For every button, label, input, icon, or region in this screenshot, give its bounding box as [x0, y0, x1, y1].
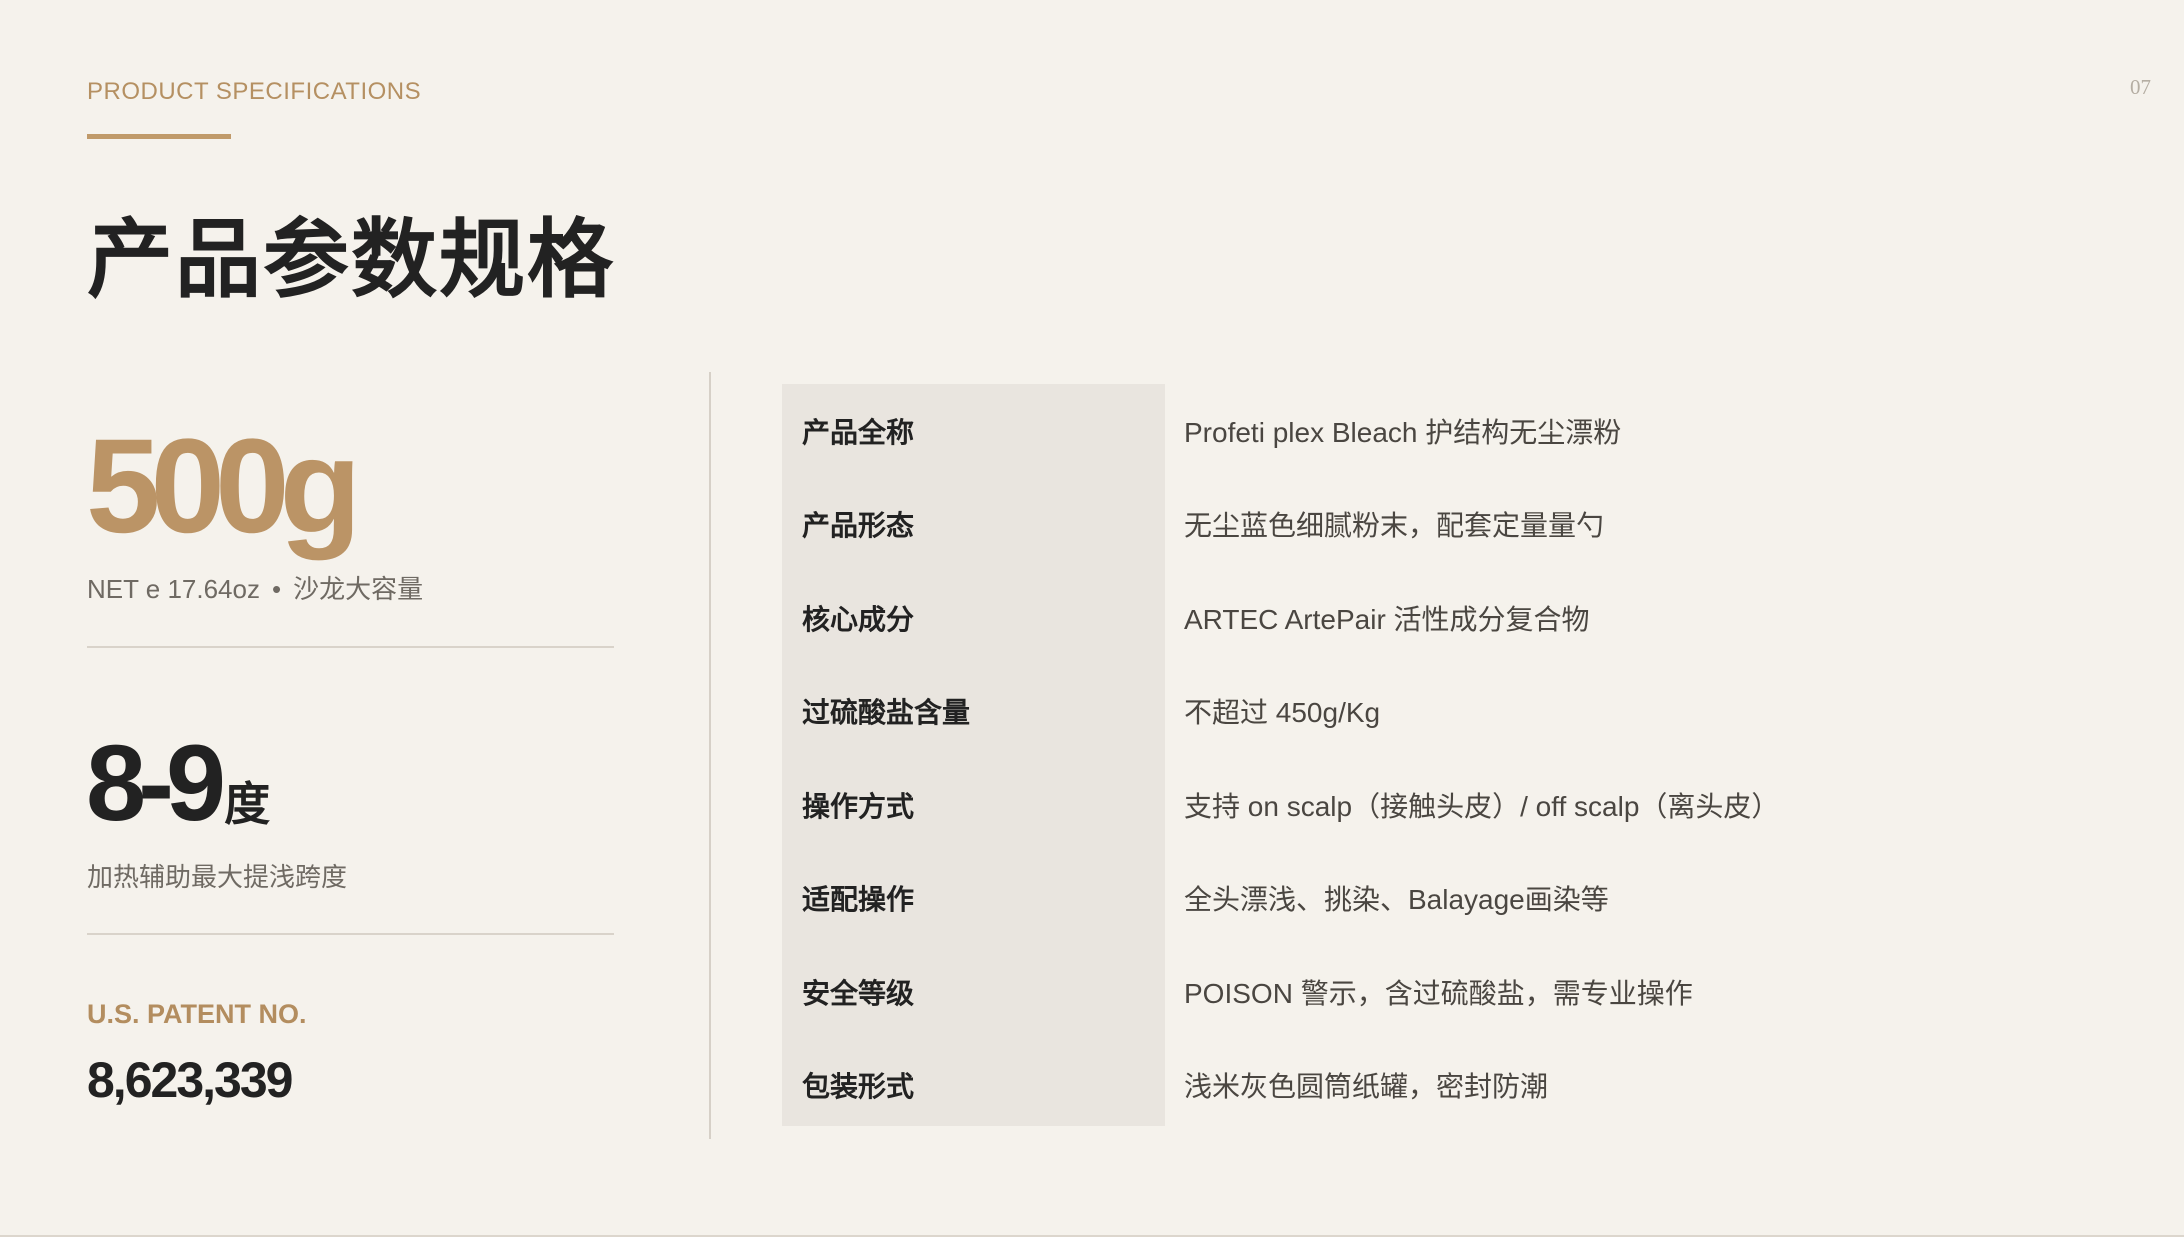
spec-page: PRODUCT SPECIFICATIONS 07 产品参数规格 500g NE…: [0, 0, 2184, 1237]
spec-row: 过硫酸盐含量 不超过 450g/Kg: [782, 665, 2082, 759]
highlight-divider: [87, 646, 614, 648]
spec-row: 操作方式 支持 on scalp（接触头皮）/ off scalp（离头皮）: [782, 758, 2082, 852]
spec-value: 支持 on scalp（接触头皮）/ off scalp（离头皮）: [1184, 790, 1780, 822]
section-eyebrow: PRODUCT SPECIFICATIONS: [87, 78, 422, 105]
weight-value: 500g: [86, 412, 361, 561]
highlight-divider: [87, 933, 614, 935]
spec-value: 浅米灰色圆筒纸罐，密封防潮: [1184, 1071, 1549, 1103]
spec-row: 核心成分 ARTEC ArtePair 活性成分复合物: [782, 571, 2082, 665]
net-weight: NET e 17.64oz: [87, 574, 260, 604]
lift-note: 加热辅助最大提浅跨度: [87, 862, 348, 892]
spec-row: 产品全称 Profeti plex Bleach 护结构无尘漂粉: [782, 384, 2082, 478]
spec-value: 全头漂浅、挑染、Balayage画染等: [1184, 884, 1609, 916]
spec-row: 安全等级 POISON 警示，含过硫酸盐，需专业操作: [782, 945, 2082, 1039]
separator-dot: •: [271, 574, 282, 604]
page-number: 07: [2130, 75, 2151, 99]
lift-number: 8-9: [86, 722, 226, 843]
spec-row: 产品形态 无尘蓝色细腻粉末，配套定量量勺: [782, 478, 2082, 572]
spec-row: 适配操作 全头漂浅、挑染、Balayage画染等: [782, 852, 2082, 946]
spec-value: 不超过 450g/Kg: [1184, 697, 1381, 729]
spec-value: ARTEC ArtePair 活性成分复合物: [1184, 603, 1590, 635]
spec-value: POISON 警示，含过硫酸盐，需专业操作: [1184, 977, 1693, 1009]
patent-label: U.S. PATENT NO.: [87, 999, 307, 1029]
patent-number: 8,623,339: [87, 1052, 293, 1108]
weight-note: 沙龙大容量: [293, 574, 424, 604]
lift-unit: 度: [224, 778, 271, 830]
spec-value: 无尘蓝色细腻粉末，配套定量量勺: [1184, 510, 1605, 542]
lift-value: 8-9 度: [86, 723, 270, 843]
spec-value: Profeti plex Bleach 护结构无尘漂粉: [1184, 416, 1622, 448]
spec-row: 包装形式 浅米灰色圆筒纸罐，密封防潮: [782, 1039, 2082, 1133]
column-divider: [709, 372, 711, 1139]
spec-table: 产品全称 Profeti plex Bleach 护结构无尘漂粉 产品形态 无尘…: [782, 384, 2082, 1132]
eyebrow-underline: [87, 134, 231, 139]
weight-subtitle: NET e 17.64oz • 沙龙大容量: [87, 569, 423, 606]
page-title: 产品参数规格: [87, 212, 615, 308]
